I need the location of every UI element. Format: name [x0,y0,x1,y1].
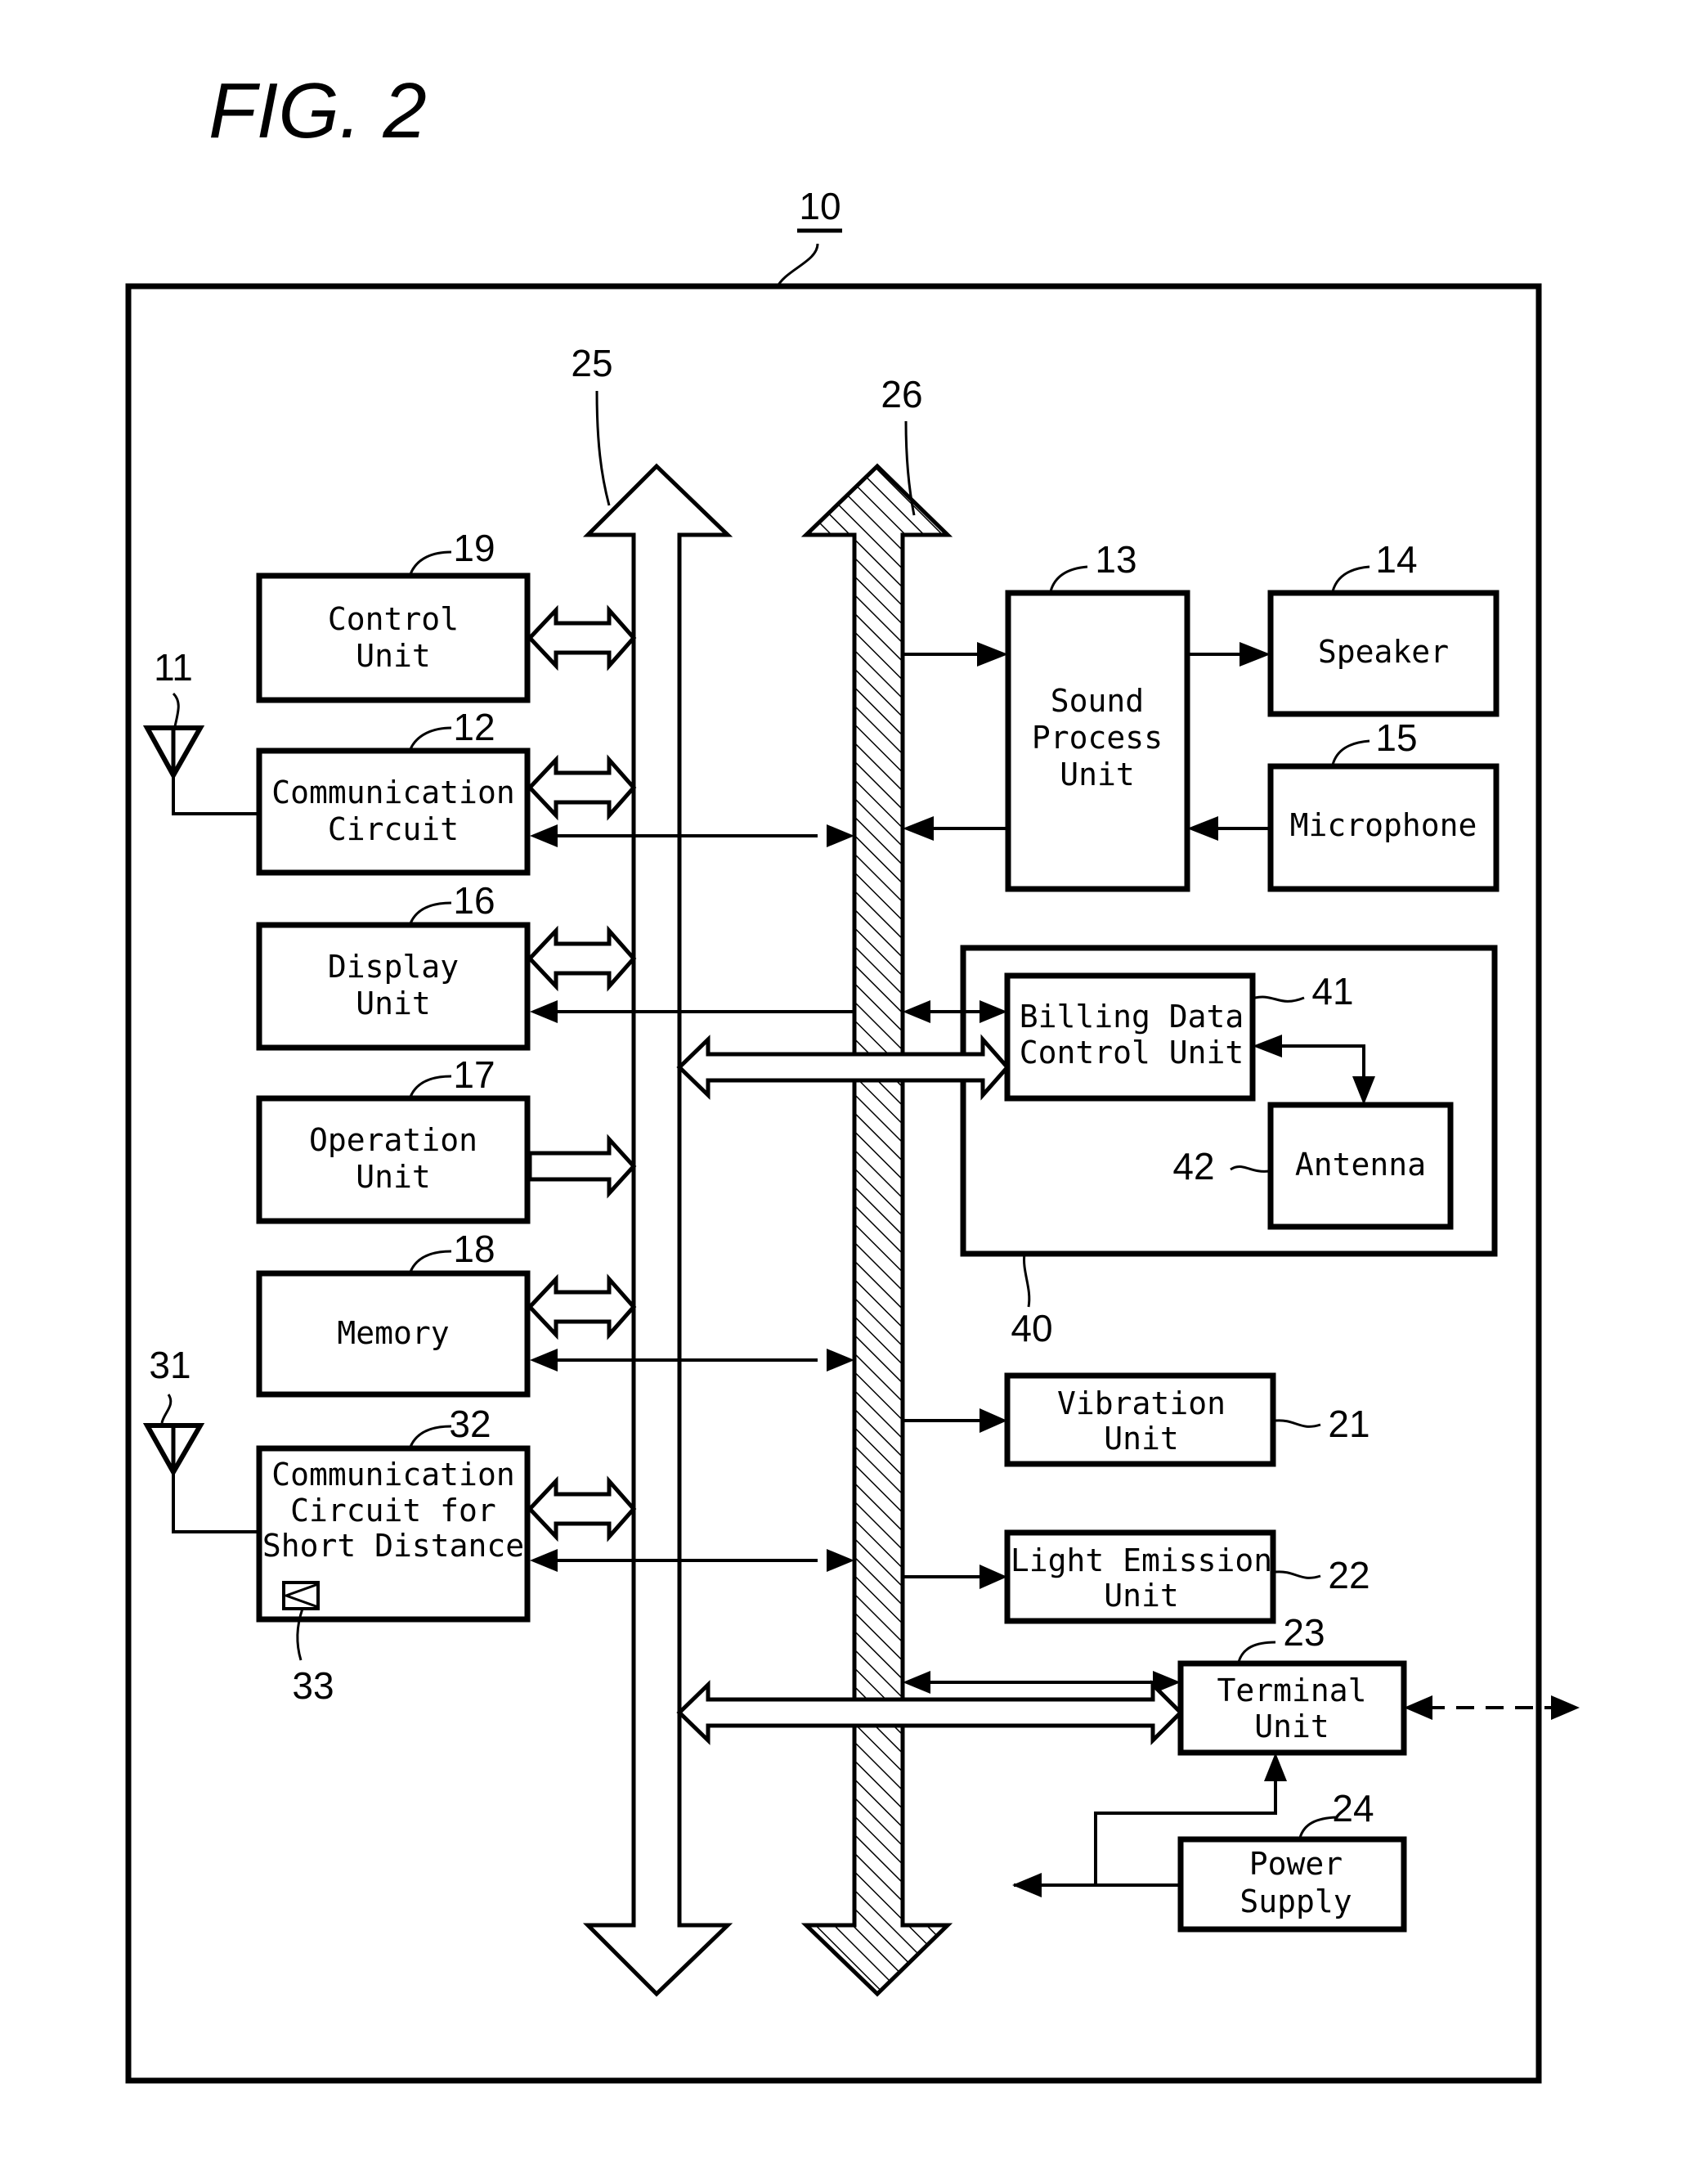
billing-data-ref: 41 [1311,970,1353,1012]
bus-25-billing-link [676,1034,1011,1101]
power-supply-block[interactable]: Power Supply 24 [1177,1787,1407,1933]
speaker-label: Speaker [1318,634,1449,670]
sound-process-unit-block[interactable]: Sound Process Unit 13 [1005,538,1190,892]
device-ref-label: 10 [799,185,841,227]
bus-26-arrow [800,463,953,1997]
operation-unit-label-1: Operation [309,1122,477,1158]
display-unit-block[interactable]: Display Unit 16 [256,879,531,1051]
bus-25-ref: 25 [571,342,612,384]
vibration-label-1: Vibration [1057,1385,1226,1421]
terminal-links [676,1671,1580,1746]
billing-data-label-2: Control Unit [1020,1035,1244,1071]
antenna-ref: 42 [1172,1145,1214,1188]
display-unit-label-2: Unit [356,985,431,1021]
light-emission-unit-block[interactable]: Light Emission Unit 22 [903,1529,1370,1624]
sound-process-ref: 13 [1095,538,1136,581]
microphone-label: Microphone [1290,807,1477,843]
power-supply-ref: 24 [1332,1787,1374,1830]
vibration-label-2: Unit [1104,1421,1179,1457]
short-distance-circuit-block[interactable]: Communication Circuit for Short Distance… [256,1403,531,1707]
display-unit-label-1: Display [328,949,459,985]
short-distance-ref: 32 [449,1403,491,1445]
light-emission-ref: 22 [1328,1554,1370,1596]
memory-label: Memory [337,1315,449,1351]
figure-title: FIG. 2 [208,67,427,155]
memory-ref: 18 [453,1228,495,1270]
memory-block[interactable]: Memory 18 [256,1228,531,1398]
power-supply-label-1: Power [1249,1846,1343,1882]
short-antenna-ref: 31 [149,1344,191,1386]
display-unit-ref: 16 [453,879,495,922]
communication-circuit-label-1: Communication [271,774,514,810]
sound-process-label-1: Sound [1051,683,1144,719]
control-unit-ref: 19 [453,527,495,569]
terminal-ref: 23 [1283,1611,1325,1654]
short-element-ref: 33 [292,1664,334,1707]
operation-unit-ref: 17 [453,1053,495,1096]
bus-25-arrow [582,463,733,1997]
communication-circuit-ref: 12 [453,706,495,748]
operation-unit-block[interactable]: Operation Unit 17 [256,1053,531,1224]
short-distance-label-2: Circuit for [290,1493,496,1529]
light-emission-label-2: Unit [1104,1578,1179,1614]
light-emission-label-1: Light Emission [1011,1542,1272,1578]
speaker-ref: 14 [1375,538,1417,581]
main-antenna: 11 [142,646,259,815]
speaker-block[interactable]: Speaker 14 [1267,538,1500,717]
short-element-icon [282,1581,320,1610]
billing-module-ref: 40 [1011,1307,1052,1349]
control-unit-label-2: Unit [356,638,431,674]
short-distance-label-3: Short Distance [262,1528,524,1564]
antenna-label: Antenna [1295,1147,1426,1183]
short-antenna: 31 [142,1344,259,1533]
sound-process-label-3: Unit [1060,757,1135,792]
vibration-unit-block[interactable]: Vibration Unit 21 [903,1372,1370,1467]
bus-26-left-links [530,824,854,1572]
microphone-block[interactable]: Microphone 15 [1267,716,1500,892]
terminal-label-1: Terminal [1217,1672,1366,1708]
power-supply-label-2: Supply [1240,1883,1352,1919]
main-antenna-ref: 11 [154,646,193,689]
control-unit-label-1: Control [328,601,459,637]
device-ref-10: 10 [775,185,842,289]
communication-circuit-block[interactable]: Communication Circuit 12 [256,706,531,876]
short-distance-label-1: Communication [271,1457,514,1493]
operation-unit-label-2: Unit [356,1159,431,1195]
block-diagram: FIG. 2 10 25 26 Control Unit 19 Communic… [125,67,1580,2084]
control-unit-block[interactable]: Control Unit 19 [256,527,531,703]
terminal-unit-block[interactable]: Terminal Unit 23 [1177,1611,1407,1756]
sound-process-label-2: Process [1032,720,1163,756]
vibration-ref: 21 [1328,1403,1370,1445]
microphone-ref: 15 [1375,716,1417,759]
billing-data-label-1: Billing Data [1020,999,1244,1035]
bus-26: 26 [800,373,953,1997]
bus-25-links [527,604,637,1542]
communication-circuit-label-2: Circuit [328,811,459,847]
terminal-label-2: Unit [1254,1708,1329,1744]
bus-26-ref: 26 [881,373,922,415]
